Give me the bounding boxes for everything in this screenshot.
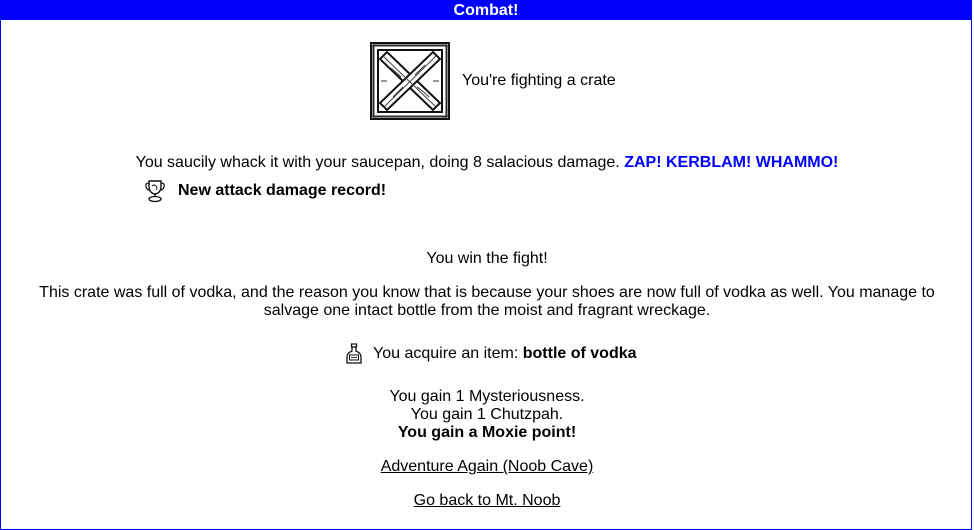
go-back-row: Go back to Mt. Noob — [0, 492, 974, 510]
crate-icon — [370, 42, 450, 120]
gain-mysteriousness: You gain 1 Mysteriousness. — [389, 388, 585, 405]
item-acquired: You acquire an item: bottle of vodka — [345, 343, 637, 365]
item-name: bottle of vodka — [522, 345, 637, 362]
bottle-icon — [346, 343, 362, 364]
flavor-line-1: This crate was full of vodka, and the re… — [39, 284, 935, 301]
monster-description: You're fighting a crate — [462, 72, 616, 89]
attack-line: You saucily whack it with your saucepan,… — [0, 154, 974, 172]
adventure-again-row: Adventure Again (Noob Cave) — [0, 458, 974, 476]
adventure-again-link[interactable]: Adventure Again (Noob Cave) — [381, 458, 594, 475]
monster-row: You're fighting a crate — [369, 41, 616, 121]
trophy-icon — [145, 180, 165, 203]
win-text: You win the fight! — [426, 250, 548, 267]
go-back-link[interactable]: Go back to Mt. Noob — [414, 492, 561, 509]
record-text: New attack damage record! — [178, 182, 387, 199]
flavor-line-2: salvage one intact bottle from the moist… — [263, 302, 711, 319]
combat-title: Combat! — [1, 1, 971, 20]
gains-block: You gain 1 Mysteriousness. You gain 1 Ch… — [0, 388, 974, 442]
damage-record: New attack damage record! — [144, 179, 386, 203]
item-prefix: You acquire an item: — [373, 345, 523, 362]
gain-moxie: You gain a Moxie point! — [397, 424, 577, 441]
attack-sound: ZAP! KERBLAM! WHAMMO! — [624, 154, 839, 171]
attack-text: You saucily whack it with your saucepan,… — [135, 154, 620, 171]
flavor-text: This crate was full of vodka, and the re… — [0, 284, 974, 320]
gain-chutzpah: You gain 1 Chutzpah. — [410, 406, 564, 423]
